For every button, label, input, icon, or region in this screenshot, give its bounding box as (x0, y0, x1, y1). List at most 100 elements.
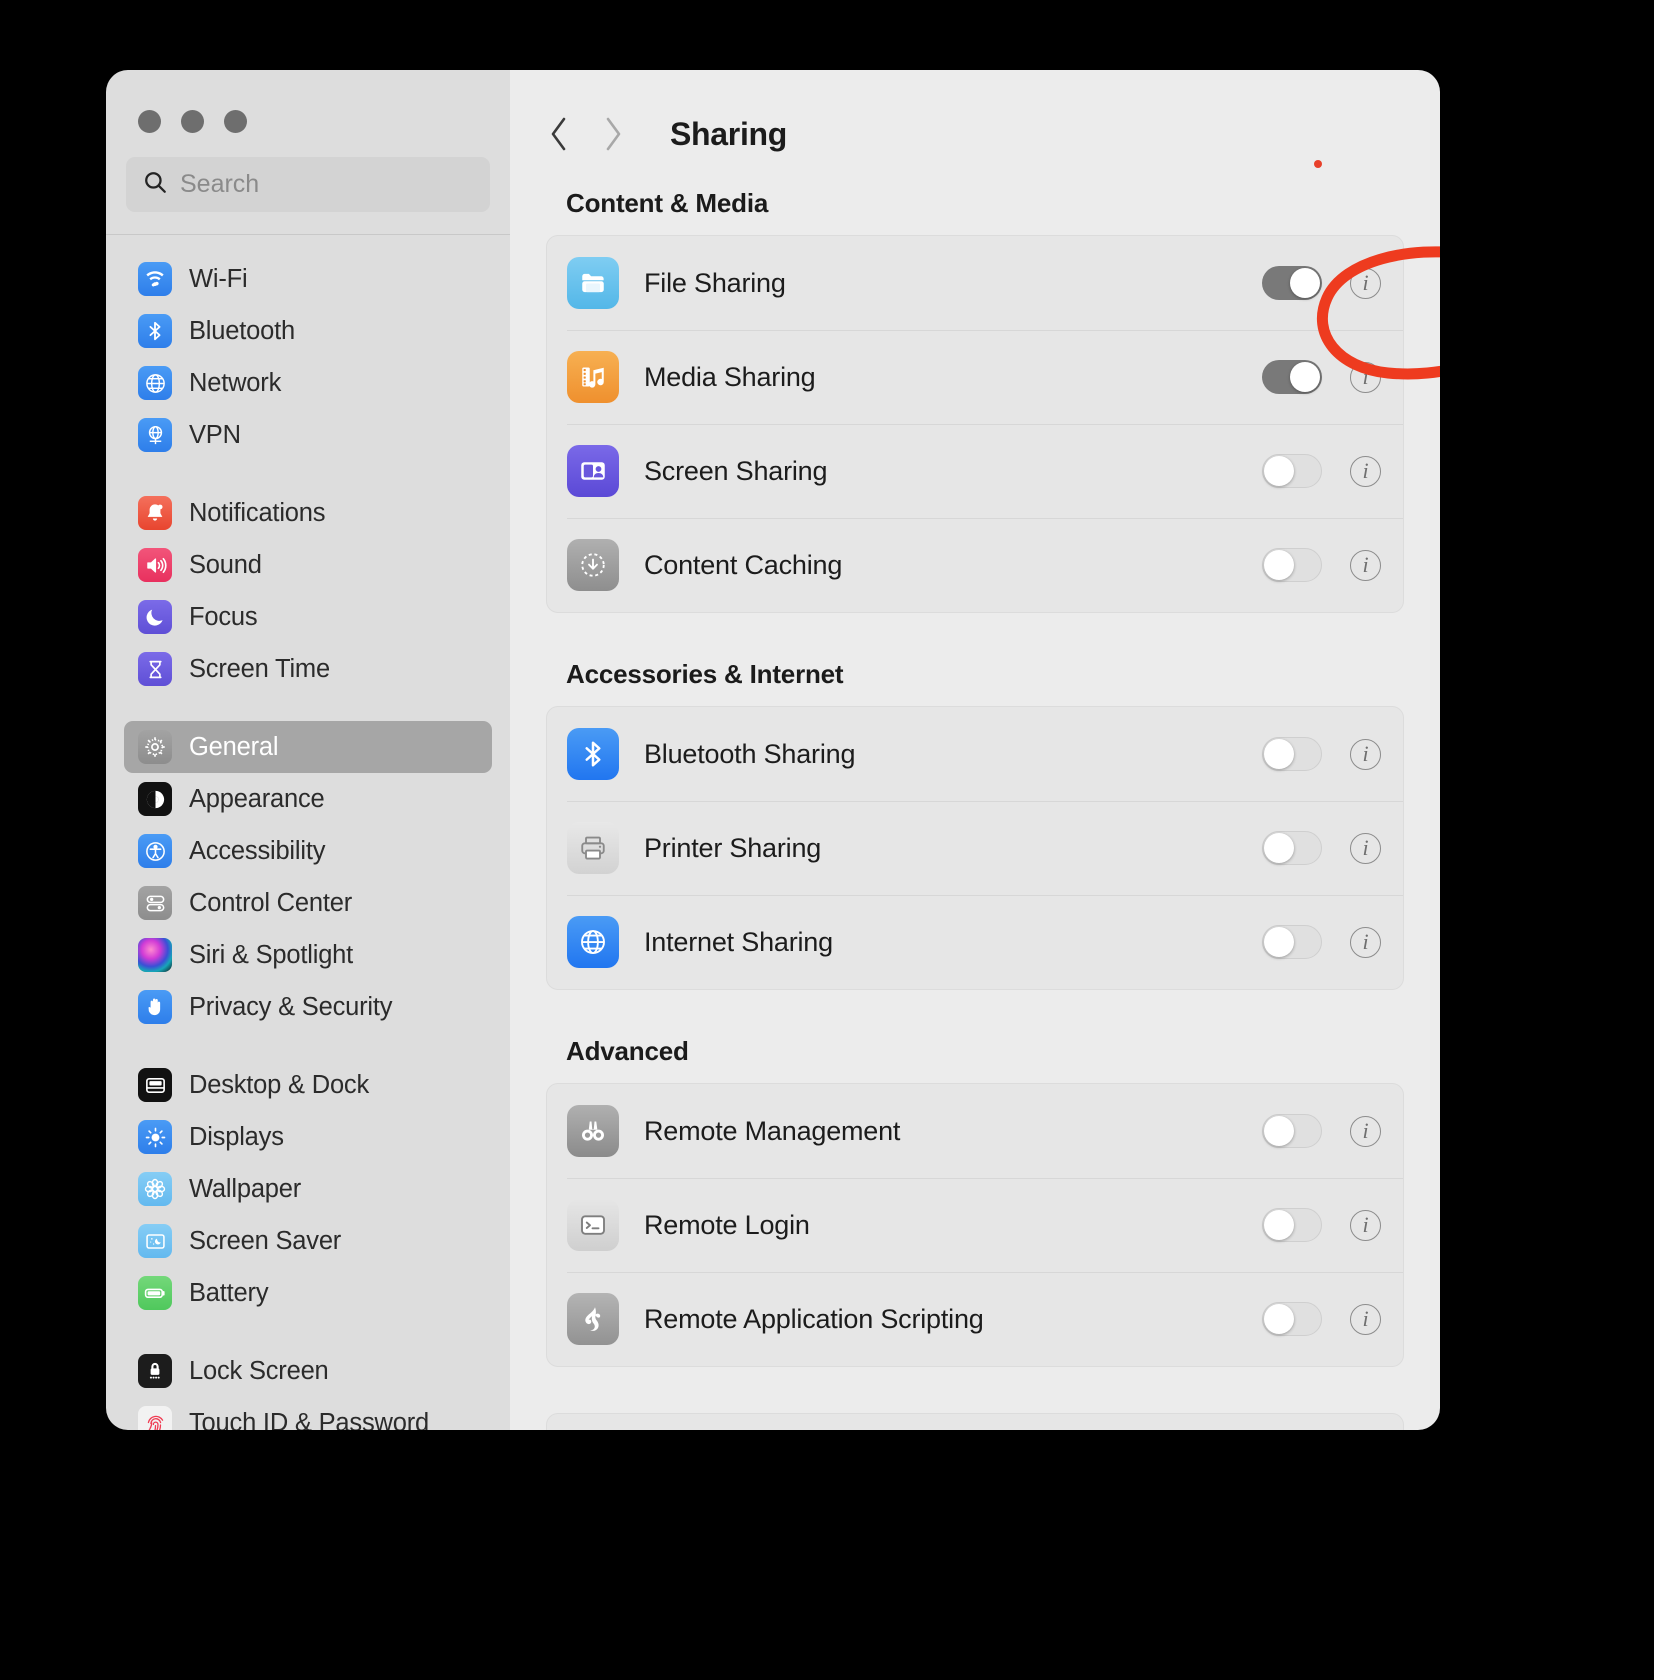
sidebar-item-focus[interactable]: Focus (124, 591, 492, 643)
row-label: Internet Sharing (644, 926, 833, 957)
printer-sharing-info-button[interactable]: i (1350, 832, 1381, 864)
row-remote-management[interactable]: Remote Management i (547, 1084, 1403, 1178)
zoom-button[interactable] (224, 110, 247, 133)
printer-sharing-icon (567, 822, 619, 874)
row-label: Media Sharing (644, 361, 816, 392)
minimize-button[interactable] (181, 110, 204, 133)
remote-management-info-button[interactable]: i (1350, 1115, 1381, 1147)
sidebar-item-general[interactable]: General (124, 721, 492, 773)
sidebar-item-label: VPN (189, 420, 241, 449)
sidebar-item-sound[interactable]: Sound (124, 539, 492, 591)
sidebar-item-displays[interactable]: Displays (124, 1111, 492, 1163)
remote-management-icon (567, 1105, 619, 1157)
media-sharing-info-button[interactable]: i (1350, 361, 1381, 393)
sidebar-item-bluetooth[interactable]: Bluetooth (124, 305, 492, 357)
sidebar-item-vpn[interactable]: VPN (124, 409, 492, 461)
bluetooth-sharing-info-button[interactable]: i (1350, 738, 1381, 770)
row-label: Remote Login (644, 1209, 810, 1240)
chevron-right-icon[interactable] (600, 113, 626, 155)
remote-login-info-button[interactable]: i (1350, 1209, 1381, 1241)
bluetooth-sharing-icon (567, 728, 619, 780)
sidebar-item-screen-saver[interactable]: Screen Saver (124, 1215, 492, 1267)
file-sharing-info-button[interactable]: i (1350, 267, 1381, 299)
row-label: Remote Management (644, 1115, 901, 1146)
toggle-knob (1290, 362, 1320, 392)
media-sharing-toggle[interactable] (1262, 360, 1322, 394)
sidebar-item-lock-screen[interactable]: Lock Screen (124, 1345, 492, 1397)
section-title: Content & Media (566, 188, 769, 218)
moon-icon (138, 600, 172, 634)
row-file-sharing[interactable]: File Sharing i (547, 236, 1403, 330)
sidebar-group-4: Lock Screen Touch ID & Password (124, 1345, 492, 1430)
sidebar-item-siri-spotlight[interactable]: Siri & Spotlight (124, 929, 492, 981)
search-icon (142, 169, 168, 200)
row-remote-login[interactable]: Remote Login i (547, 1178, 1403, 1272)
wallpaper-icon (138, 1172, 172, 1206)
sidebar-item-privacy-security[interactable]: Privacy & Security (124, 981, 492, 1033)
section-title: Accessories & Internet (566, 659, 844, 689)
bluetooth-icon (138, 314, 172, 348)
row-content-caching[interactable]: Content Caching i (547, 518, 1403, 612)
toggle-knob (1264, 550, 1294, 580)
sidebar-item-accessibility[interactable]: Accessibility (124, 825, 492, 877)
search-box[interactable] (126, 157, 490, 212)
chevron-left-icon[interactable] (546, 113, 572, 155)
sidebar-item-control-center[interactable]: Control Center (124, 877, 492, 929)
content-caching-toggle[interactable] (1262, 548, 1322, 582)
sidebar-item-screen-time[interactable]: Screen Time (124, 643, 492, 695)
screen-sharing-info-button[interactable]: i (1350, 455, 1381, 487)
sidebar-item-touch-id-password[interactable]: Touch ID & Password (124, 1397, 492, 1430)
sidebar-item-appearance[interactable]: Appearance (124, 773, 492, 825)
navigation-bar: Sharing (510, 70, 1440, 170)
internet-sharing-toggle[interactable] (1262, 925, 1322, 959)
toggle-knob (1290, 268, 1320, 298)
screen-sharing-icon (567, 445, 619, 497)
toggle-knob (1264, 456, 1294, 486)
sidebar-list: Wi-Fi Bluetooth Network VPN Notifications Sou… (106, 235, 510, 1430)
row-label: Screen Sharing (644, 455, 828, 486)
sidebar-item-network[interactable]: Network (124, 357, 492, 409)
settings-card: Bluetooth Sharing i Printer Sharing i Intern… (546, 706, 1404, 990)
local-hostname-row[interactable]: Local hostnameJamess-MacBook-Pro.local (546, 1413, 1404, 1430)
sidebar-group-1: Notifications Sound Focus Screen Time (124, 487, 492, 695)
sidebar-item-label: Appearance (189, 784, 325, 813)
toggle-knob (1264, 1116, 1294, 1146)
brightness-icon (138, 1120, 172, 1154)
remote-application-scripting-info-button[interactable]: i (1350, 1303, 1381, 1335)
sidebar-item-desktop-dock[interactable]: Desktop & Dock (124, 1059, 492, 1111)
row-printer-sharing[interactable]: Printer Sharing i (547, 801, 1403, 895)
sidebar-item-label: General (189, 732, 279, 761)
sidebar-item-label: Control Center (189, 888, 353, 917)
remote-login-toggle[interactable] (1262, 1208, 1322, 1242)
sidebar-item-wallpaper[interactable]: Wallpaper (124, 1163, 492, 1215)
internet-sharing-info-button[interactable]: i (1350, 926, 1381, 958)
close-button[interactable] (138, 110, 161, 133)
sidebar-item-notifications[interactable]: Notifications (124, 487, 492, 539)
remote-application-scripting-toggle[interactable] (1262, 1302, 1322, 1336)
bluetooth-sharing-toggle[interactable] (1262, 737, 1322, 771)
printer-sharing-toggle[interactable] (1262, 831, 1322, 865)
remote-management-toggle[interactable] (1262, 1114, 1322, 1148)
screen-sharing-toggle[interactable] (1262, 454, 1322, 488)
file-sharing-toggle[interactable] (1262, 266, 1322, 300)
sidebar-item-battery[interactable]: Battery (124, 1267, 492, 1319)
system-settings-window: Wi-Fi Bluetooth Network VPN Notifications Sou… (106, 70, 1440, 1430)
bell-icon (138, 496, 172, 530)
page-title: Sharing (670, 115, 788, 152)
content-caching-info-button[interactable]: i (1350, 549, 1381, 581)
row-bluetooth-sharing[interactable]: Bluetooth Sharing i (547, 707, 1403, 801)
remote-login-icon (567, 1199, 619, 1251)
sidebar-group-2: General Appearance Accessibility Control Ce… (124, 721, 492, 1033)
hourglass-icon (138, 652, 172, 686)
row-remote-application-scripting[interactable]: Remote Application Scripting i (547, 1272, 1403, 1366)
row-internet-sharing[interactable]: Internet Sharing i (547, 895, 1403, 989)
sidebar-item-wi-fi[interactable]: Wi-Fi (124, 253, 492, 305)
annotation-dot (1314, 160, 1322, 168)
media-sharing-icon (567, 351, 619, 403)
search-input[interactable] (180, 170, 474, 199)
row-media-sharing[interactable]: Media Sharing i (547, 330, 1403, 424)
section-title: Advanced (566, 1036, 689, 1066)
toggle-knob (1264, 1304, 1294, 1334)
toggle-knob (1264, 833, 1294, 863)
row-screen-sharing[interactable]: Screen Sharing i (547, 424, 1403, 518)
